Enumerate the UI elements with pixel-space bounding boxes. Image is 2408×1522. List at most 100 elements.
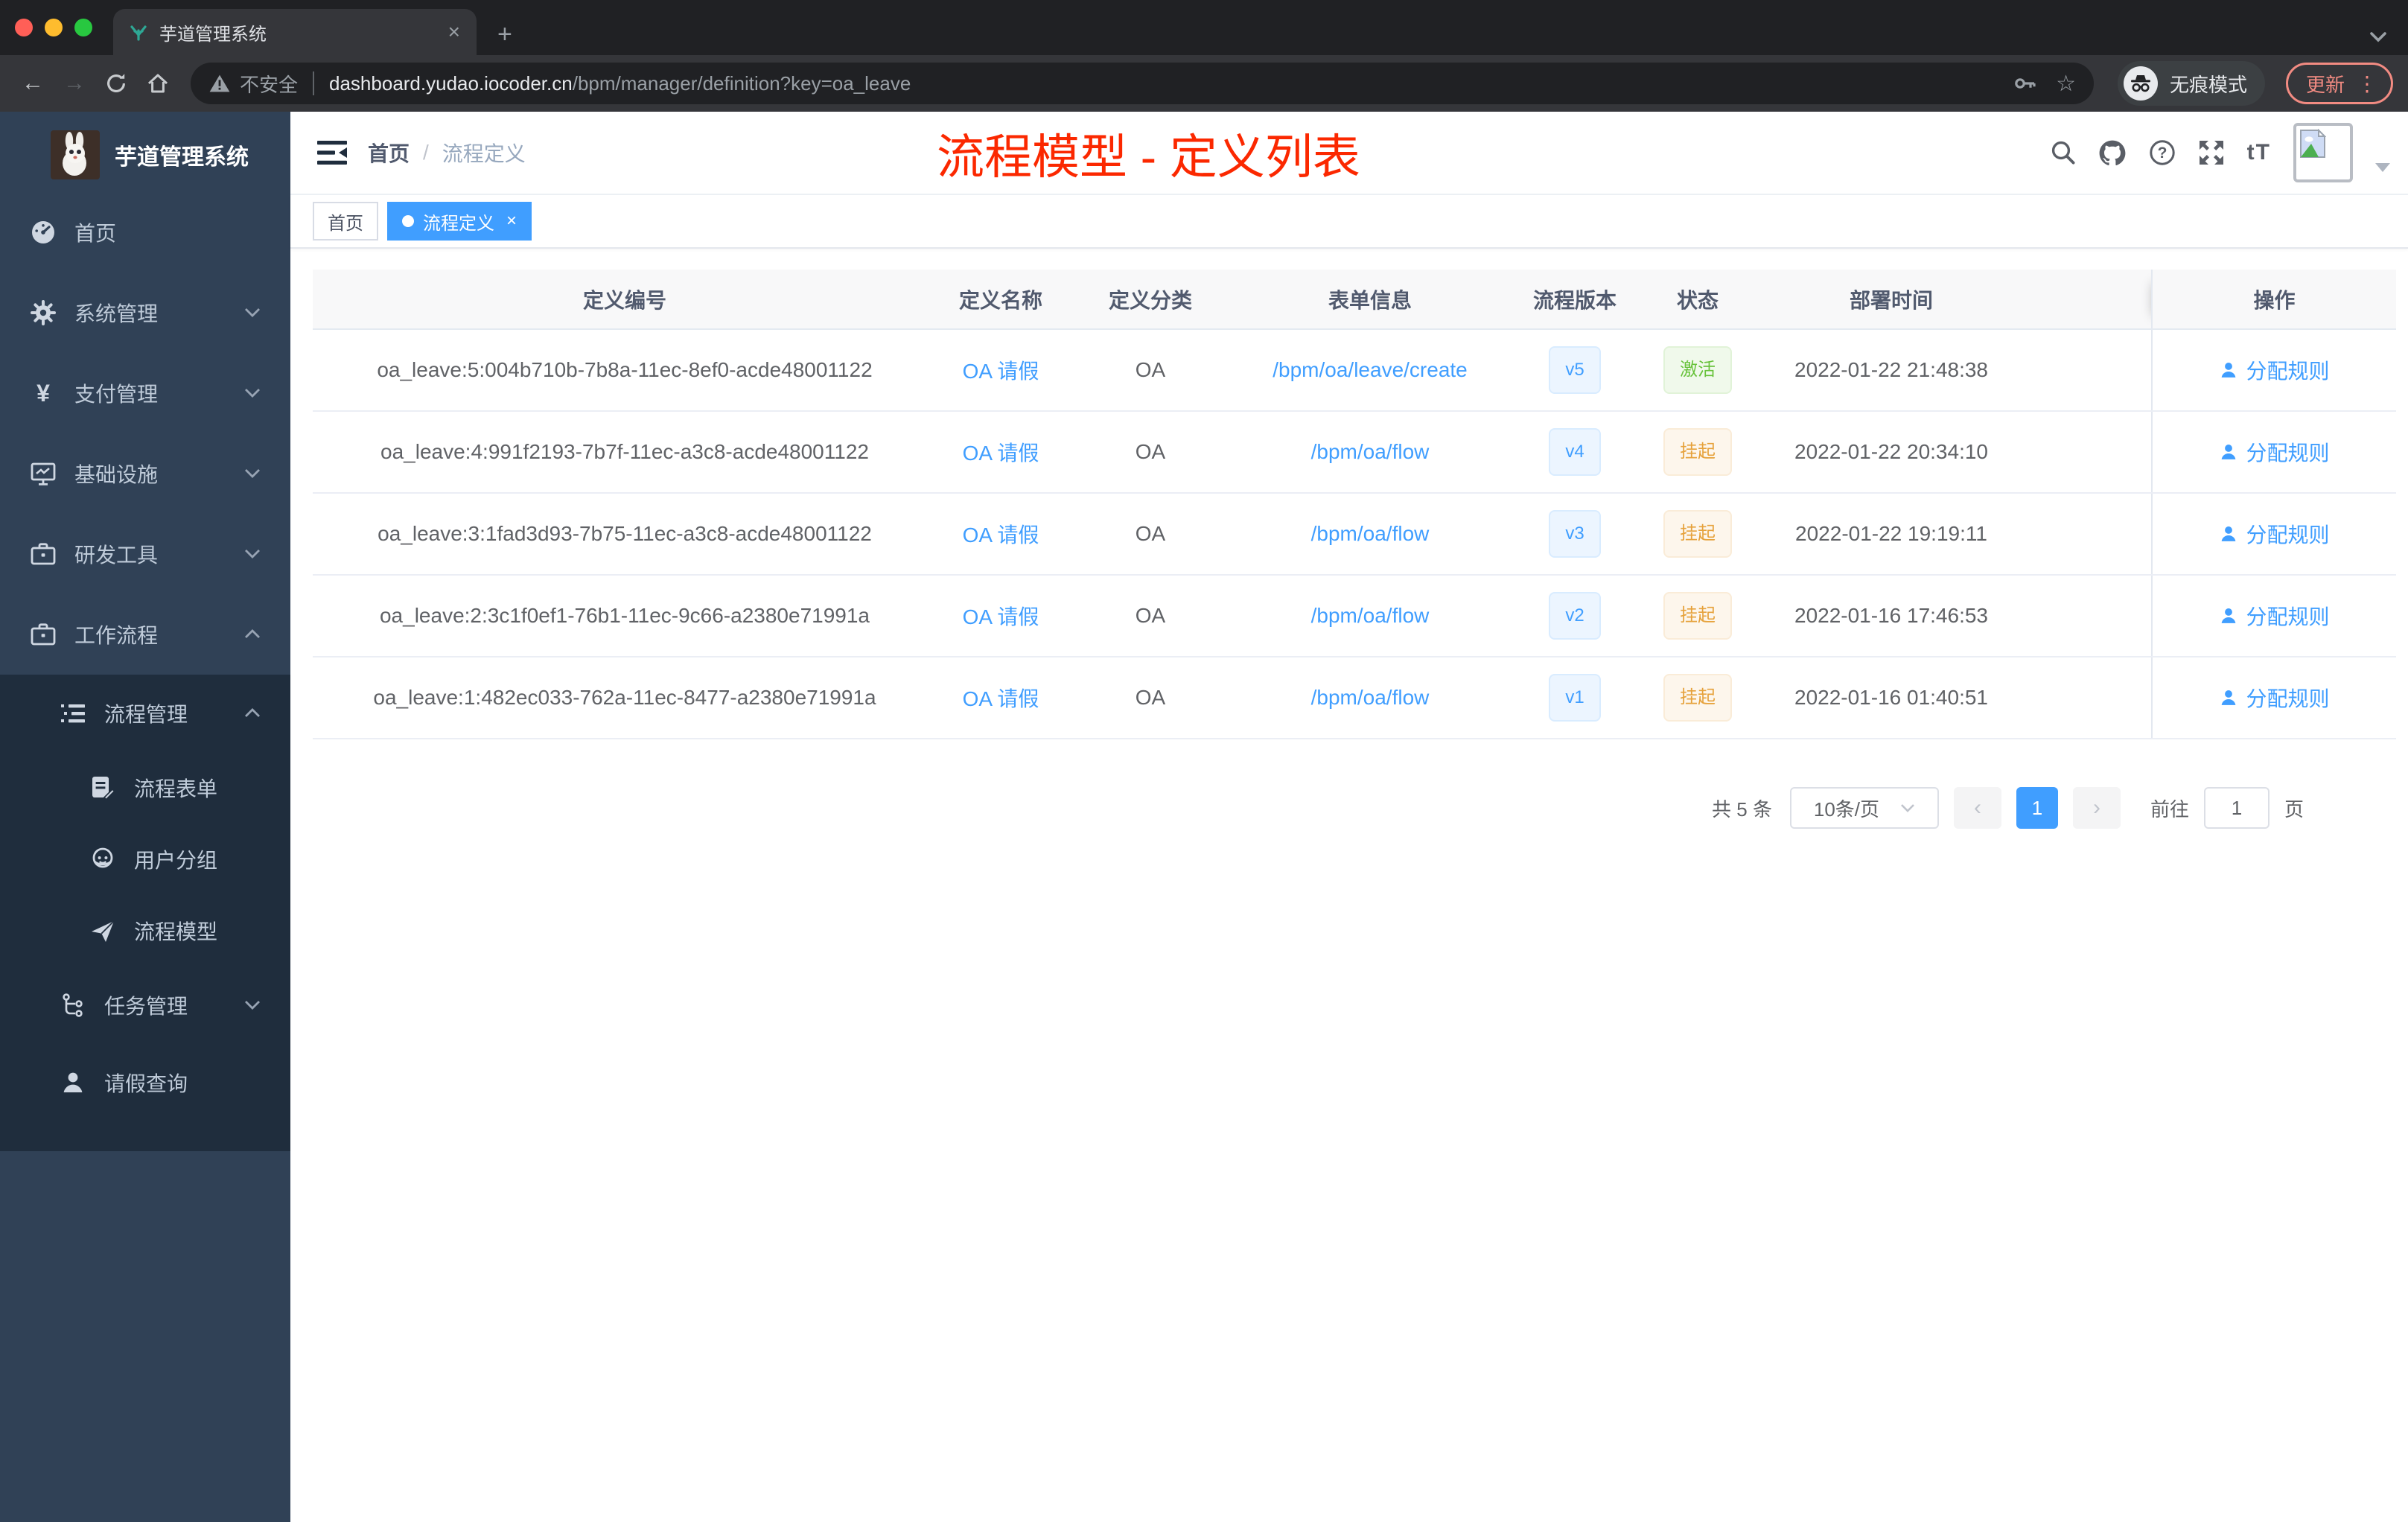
window-controls[interactable] bbox=[0, 0, 113, 55]
new-tab-button[interactable]: + bbox=[477, 20, 533, 55]
sidebar-item-system[interactable]: 系统管理 bbox=[0, 273, 290, 353]
browser-toolbar: ← → 不安全 dashboard.yudao.iocoder.cn/bpm/m… bbox=[0, 55, 2408, 112]
document-edit-icon bbox=[89, 774, 116, 801]
definition-name-link[interactable]: OA 请假 bbox=[963, 442, 1039, 465]
password-key-icon[interactable] bbox=[2013, 71, 2038, 96]
version-badge: v2 bbox=[1549, 592, 1601, 640]
table-header-row: 定义编号 定义名称 定义分类 表单信息 流程版本 状态 部署时间 操作 bbox=[313, 270, 2396, 330]
home-button[interactable] bbox=[140, 66, 176, 101]
sidebar-item-process-management[interactable]: 流程管理 bbox=[0, 675, 290, 752]
sidebar-item-user-group[interactable]: 用户分组 bbox=[0, 824, 290, 895]
user-face-icon bbox=[89, 846, 116, 873]
tab-close-icon[interactable]: × bbox=[444, 20, 465, 44]
definition-table: 定义编号 定义名称 定义分类 表单信息 流程版本 状态 部署时间 操作 oa_l… bbox=[313, 270, 2396, 739]
sidebar-item-label: 请假查询 bbox=[104, 1072, 188, 1095]
current-page-button[interactable]: 1 bbox=[2016, 787, 2058, 829]
breadcrumb-home[interactable]: 首页 bbox=[368, 138, 410, 168]
not-secure-warning-icon[interactable] bbox=[208, 74, 231, 93]
table-row: oa_leave:2:3c1f0ef1-76b1-11ec-9c66-a2380… bbox=[313, 575, 2396, 657]
assign-rule-button[interactable]: 分配规则 bbox=[2219, 355, 2330, 385]
update-label[interactable]: 更新 bbox=[2306, 70, 2345, 98]
sidebar-item-process-form[interactable]: 流程表单 bbox=[0, 752, 290, 824]
definition-name-link[interactable]: OA 请假 bbox=[963, 605, 1039, 628]
table-row: oa_leave:3:1fad3d93-7b75-11ec-a3c8-acde4… bbox=[313, 493, 2396, 576]
forward-button[interactable]: → bbox=[57, 66, 92, 101]
url-path: /bpm/manager/definition?key=oa_leave bbox=[572, 71, 911, 95]
col-header-form-info: 表单信息 bbox=[1236, 270, 1504, 330]
sidebar-item-label: 用户分组 bbox=[134, 849, 218, 872]
sidebar-item-infrastructure[interactable]: 基础设施 bbox=[0, 433, 290, 514]
close-window-button[interactable] bbox=[15, 19, 33, 36]
form-link[interactable]: /bpm/oa/flow bbox=[1311, 686, 1430, 709]
tag-process-definition[interactable]: 流程定义 × bbox=[387, 202, 532, 241]
form-link[interactable]: /bpm/oa/flow bbox=[1311, 522, 1430, 545]
cell-category: OA bbox=[1065, 493, 1236, 576]
minimize-window-button[interactable] bbox=[45, 19, 63, 36]
sidebar-item-task-management[interactable]: 任务管理 bbox=[0, 967, 290, 1044]
assign-rule-button[interactable]: 分配规则 bbox=[2219, 519, 2330, 549]
version-badge: v5 bbox=[1549, 346, 1601, 394]
favicon bbox=[128, 22, 149, 42]
user-avatar[interactable] bbox=[2293, 123, 2353, 182]
version-badge: v3 bbox=[1549, 510, 1601, 558]
tag-close-icon[interactable]: × bbox=[506, 211, 517, 232]
definition-name-link[interactable]: OA 请假 bbox=[963, 523, 1039, 547]
sidebar-item-process-model[interactable]: 流程模型 bbox=[0, 895, 290, 967]
status-badge: 挂起 bbox=[1663, 674, 1732, 722]
security-label[interactable]: 不安全 bbox=[240, 70, 298, 98]
sidebar-toggle-button[interactable] bbox=[290, 112, 368, 194]
goto-label: 前往 bbox=[2150, 797, 2189, 821]
form-link[interactable]: /bpm/oa/leave/create bbox=[1273, 358, 1468, 381]
sidebar-item-home[interactable]: 首页 bbox=[0, 192, 290, 273]
url-bar[interactable]: 不安全 dashboard.yudao.iocoder.cn/bpm/manag… bbox=[191, 63, 2094, 104]
definition-name-link[interactable]: OA 请假 bbox=[963, 687, 1039, 710]
back-button[interactable]: ← bbox=[15, 66, 51, 101]
browser-update-button[interactable]: 更新 ⋮ bbox=[2285, 63, 2393, 104]
assign-rule-button[interactable]: 分配规则 bbox=[2219, 601, 2330, 631]
sidebar-item-label: 系统管理 bbox=[74, 302, 159, 325]
chevron-down-icon bbox=[244, 388, 261, 398]
gear-icon bbox=[30, 299, 57, 326]
status-badge: 激活 bbox=[1663, 346, 1732, 394]
sidebar-item-label: 流程管理 bbox=[104, 703, 188, 726]
chevron-down-icon bbox=[244, 468, 261, 479]
sidebar-item-payment[interactable]: ¥ 支付管理 bbox=[0, 353, 290, 433]
form-link[interactable]: /bpm/oa/flow bbox=[1311, 440, 1430, 463]
tab-title: 芋道管理系统 bbox=[159, 24, 267, 45]
prev-page-button[interactable]: ‹ bbox=[1953, 787, 2001, 829]
sidebar-item-leave-query[interactable]: 请假查询 bbox=[0, 1044, 290, 1121]
tags-view-bar: 首页 流程定义 × bbox=[290, 195, 2408, 249]
avatar-dropdown-caret-icon[interactable] bbox=[2375, 163, 2390, 172]
goto-page-input[interactable] bbox=[2203, 787, 2270, 829]
table-row: oa_leave:4:991f2193-7b7f-11ec-a3c8-acde4… bbox=[313, 411, 2396, 494]
assign-rule-button[interactable]: 分配规则 bbox=[2219, 437, 2330, 467]
help-icon[interactable]: ? bbox=[2149, 139, 2176, 166]
incognito-badge: 无痕模式 bbox=[2117, 61, 2265, 106]
chevron-up-icon bbox=[244, 629, 261, 640]
bookmark-star-icon[interactable]: ☆ bbox=[2056, 71, 2076, 97]
assign-rule-button[interactable]: 分配规则 bbox=[2219, 683, 2330, 713]
branch-tree-icon bbox=[60, 992, 86, 1019]
github-icon[interactable] bbox=[2098, 139, 2127, 166]
form-link[interactable]: /bpm/oa/flow bbox=[1311, 604, 1430, 627]
sidebar-item-label: 研发工具 bbox=[74, 544, 159, 567]
sidebar-item-devtools[interactable]: 研发工具 bbox=[0, 514, 290, 594]
browser-menu-icon[interactable]: ⋮ bbox=[2357, 71, 2377, 96]
zoom-window-button[interactable] bbox=[74, 19, 92, 36]
reload-button[interactable] bbox=[98, 66, 134, 101]
sidebar-logo[interactable]: 芋道管理系统 bbox=[0, 112, 290, 186]
dashboard-gauge-icon bbox=[30, 219, 57, 246]
sidebar-item-workflow[interactable]: 工作流程 bbox=[0, 594, 290, 675]
browser-tab[interactable]: 芋道管理系统 × bbox=[113, 9, 477, 55]
briefcase-icon bbox=[30, 621, 57, 648]
page-size-select[interactable]: 10条/页 bbox=[1789, 787, 1939, 829]
list-tree-icon bbox=[60, 700, 86, 727]
navbar-actions: ? tT bbox=[2051, 123, 2390, 182]
font-size-icon[interactable]: tT bbox=[2247, 140, 2271, 165]
tab-search-chevron-icon[interactable] bbox=[2369, 31, 2387, 43]
definition-name-link[interactable]: OA 请假 bbox=[963, 360, 1039, 383]
next-page-button[interactable]: › bbox=[2072, 787, 2121, 829]
search-icon[interactable] bbox=[2051, 140, 2076, 165]
fullscreen-icon[interactable] bbox=[2198, 139, 2225, 166]
tag-home[interactable]: 首页 bbox=[313, 202, 378, 241]
